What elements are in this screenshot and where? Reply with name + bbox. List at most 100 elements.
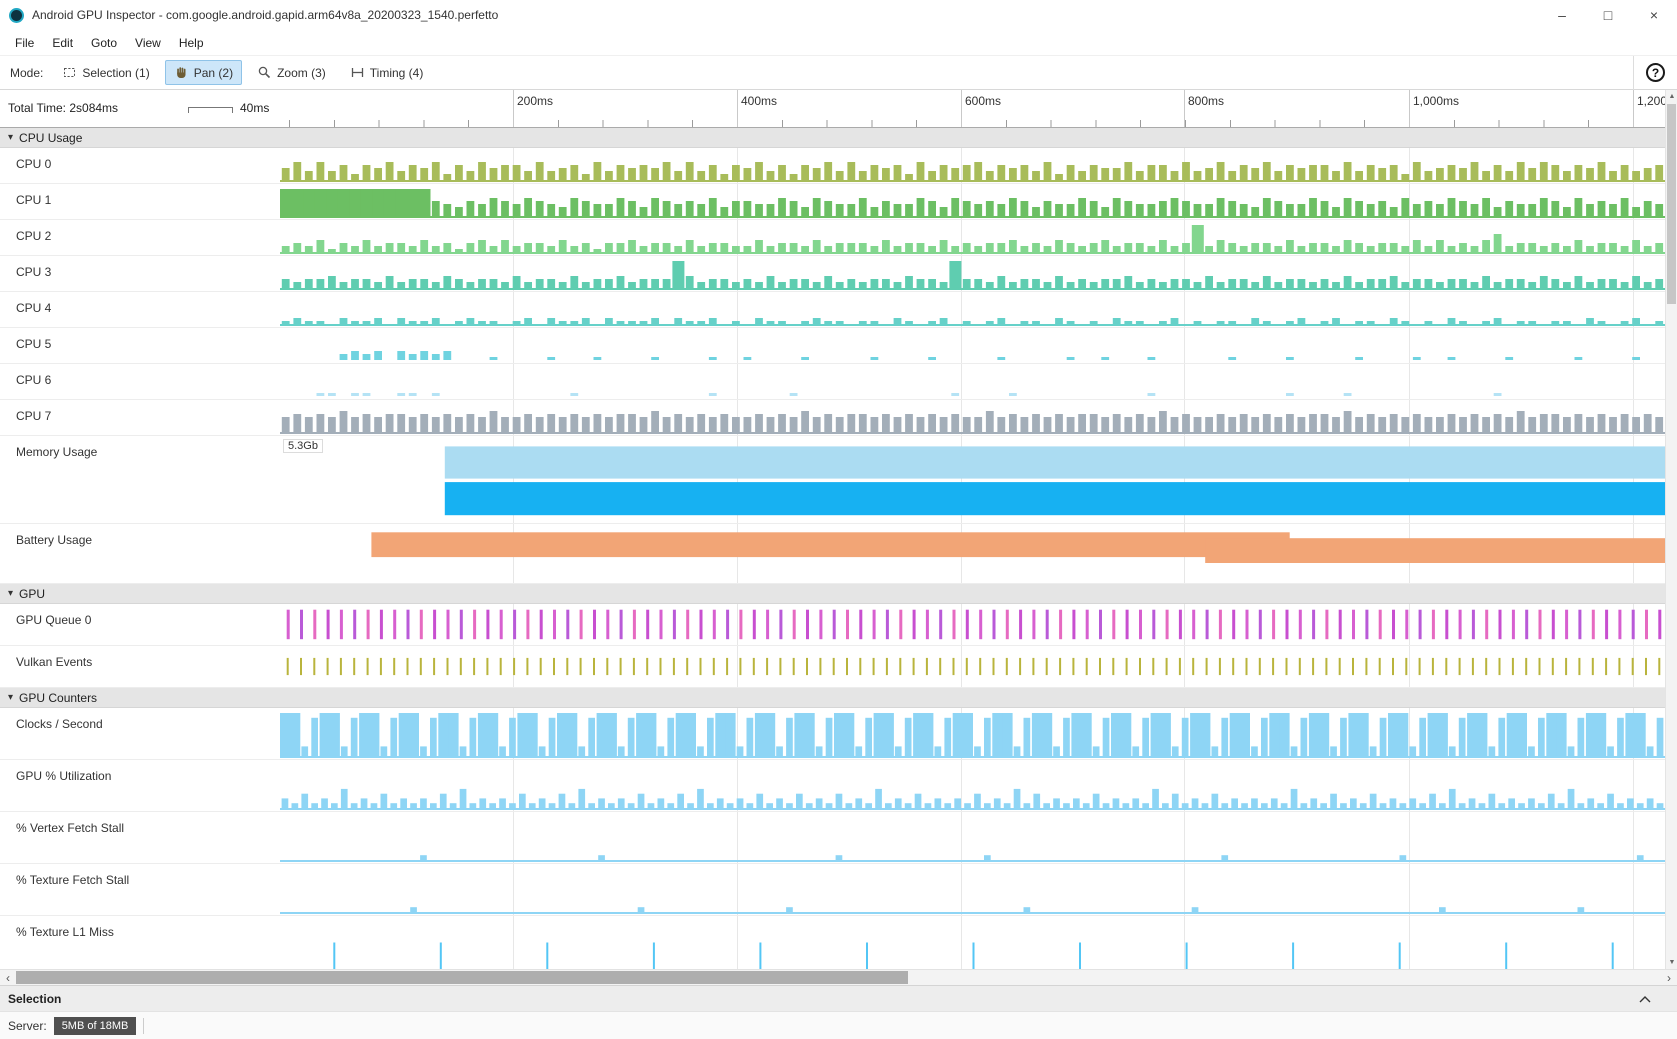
track-label: CPU 7 (0, 400, 280, 435)
track-label: Memory Usage (0, 436, 280, 523)
collapse-triangle-icon[interactable]: ▾ (8, 692, 13, 703)
track-chart-texture-fetch-stall[interactable] (280, 864, 1665, 915)
track-chart-battery-usage[interactable] (280, 524, 1665, 583)
section-header-gpu-counters[interactable]: ▾GPU Counters (0, 688, 1677, 708)
track-label: CPU 0 (0, 148, 280, 183)
menu-view[interactable]: View (126, 32, 170, 54)
track-row-clocks-second[interactable]: Clocks / Second (0, 708, 1677, 760)
mode-button-label: Zoom (3) (277, 66, 326, 80)
track-row-texture-fetch-stall[interactable]: % Texture Fetch Stall (0, 864, 1677, 916)
track-row-cpu-2[interactable]: CPU 2 (0, 220, 1677, 256)
ruler-tick-label: 1,000ms (1413, 94, 1459, 108)
track-row-vulkan-events[interactable]: Vulkan Events (0, 646, 1677, 688)
track-row-cpu-4[interactable]: CPU 4 (0, 292, 1677, 328)
track-row-cpu-7[interactable]: CPU 7 (0, 400, 1677, 436)
total-time-label: Total Time: 2s084ms (8, 101, 118, 115)
collapse-triangle-icon[interactable]: ▾ (8, 132, 13, 143)
help-button[interactable]: ? (1633, 56, 1677, 90)
server-label: Server: (8, 1019, 47, 1033)
mode-button-group: Selection (1) Pan (2) Zoom (3) Timing (4) (47, 60, 432, 85)
track-chart-cpu-2[interactable] (280, 220, 1665, 255)
track-chart-cpu-4[interactable] (280, 292, 1665, 327)
track-row-vertex-fetch-stall[interactable]: % Vertex Fetch Stall (0, 812, 1677, 864)
zoom-icon (257, 65, 272, 80)
scroll-down-arrow-icon[interactable]: ▼ (1666, 956, 1677, 969)
track-chart-cpu-1[interactable] (280, 184, 1665, 219)
track-chart-cpu-7[interactable] (280, 400, 1665, 435)
track-chart-clocks-second[interactable] (280, 708, 1665, 759)
app-window: Android GPU Inspector - com.google.andro… (0, 0, 1677, 1039)
menu-file[interactable]: File (6, 32, 43, 54)
track-label: CPU 2 (0, 220, 280, 255)
track-label: % Texture Fetch Stall (0, 864, 280, 915)
horizontal-scrollbar[interactable]: ‹ › (0, 969, 1677, 985)
server-memory-badge: 5MB of 18MB (54, 1017, 137, 1035)
ruler-left-panel: Total Time: 2s084ms 40ms (0, 90, 280, 127)
scroll-right-arrow-icon[interactable]: › (1661, 970, 1677, 986)
collapse-triangle-icon[interactable]: ▾ (8, 588, 13, 599)
section-header-gpu[interactable]: ▾ GPU (0, 584, 1677, 604)
scroll-up-arrow-icon[interactable]: ▲ (1666, 90, 1677, 103)
track-label: CPU 5 (0, 328, 280, 363)
track-chart-cpu-3[interactable] (280, 256, 1665, 291)
track-row-gpu-utilization[interactable]: GPU % Utilization (0, 760, 1677, 812)
section-title: GPU (19, 587, 45, 601)
vertical-scrollbar-thumb[interactable] (1667, 104, 1676, 304)
track-chart-gpu-utilization[interactable] (280, 760, 1665, 811)
track-row-cpu-0[interactable]: CPU 0 (0, 148, 1677, 184)
collapse-chevron-icon[interactable] (1637, 994, 1653, 1004)
track-label: GPU Queue 0 (0, 604, 280, 645)
pan-mode-button[interactable]: Pan (2) (165, 60, 242, 85)
window-controls: – □ × (1539, 0, 1677, 30)
track-chart-vulkan-events[interactable] (280, 646, 1665, 687)
selection-panel-header[interactable]: Selection (0, 985, 1677, 1011)
track-list[interactable]: ▾CPU UsageCPU 0CPU 1CPU 2CPU 3CPU 4CPU 5… (0, 128, 1677, 969)
mode-button-label: Timing (4) (370, 66, 424, 80)
track-chart-cpu-6[interactable] (280, 364, 1665, 399)
horizontal-scrollbar-thumb[interactable] (16, 971, 908, 984)
track-chart-gpu-queue-0[interactable] (280, 604, 1665, 645)
titlebar[interactable]: Android GPU Inspector - com.google.andro… (0, 0, 1677, 30)
scale-bracket (188, 107, 233, 113)
track-chart-cpu-0[interactable] (280, 148, 1665, 183)
scroll-left-arrow-icon[interactable]: ‹ (0, 970, 16, 986)
ruler-tick-area[interactable]: 200ms400ms600ms800ms1,000ms1,200ms (280, 90, 1677, 127)
track-label: Vulkan Events (0, 646, 280, 687)
menu-help[interactable]: Help (170, 32, 213, 54)
track-chart-vertex-fetch-stall[interactable] (280, 812, 1665, 863)
zoom-mode-button[interactable]: Zoom (3) (248, 60, 335, 85)
track-label: CPU 6 (0, 364, 280, 399)
section-header-cpu-usage[interactable]: ▾CPU Usage (0, 128, 1677, 148)
track-label: GPU % Utilization (0, 760, 280, 811)
track-label: Clocks / Second (0, 708, 280, 759)
menu-goto[interactable]: Goto (82, 32, 126, 54)
statusbar: Server: 5MB of 18MB (0, 1011, 1677, 1039)
toolbar: Mode: Selection (1)Pan (2)Zoom (3)Timing… (0, 56, 1677, 90)
app-logo-icon (9, 8, 24, 23)
track-row-memory-usage[interactable]: Memory Usage5.3Gb (0, 436, 1677, 524)
ruler-major-tick (961, 90, 962, 127)
track-chart-memory-usage[interactable]: 5.3Gb (280, 436, 1665, 523)
ruler-tick-label: 400ms (741, 94, 777, 108)
vertical-scrollbar[interactable]: ▲ ▼ (1665, 90, 1677, 969)
track-row-cpu-5[interactable]: CPU 5 (0, 328, 1677, 364)
track-row-cpu-6[interactable]: CPU 6 (0, 364, 1677, 400)
pan-hand-icon (174, 65, 189, 80)
minimize-button[interactable]: – (1539, 0, 1585, 30)
track-row-cpu-3[interactable]: CPU 3 (0, 256, 1677, 292)
timing-mode-button[interactable]: Timing (4) (341, 60, 433, 85)
maximize-button[interactable]: □ (1585, 0, 1631, 30)
track-row-cpu-1[interactable]: CPU 1 (0, 184, 1677, 220)
close-button[interactable]: × (1631, 0, 1677, 30)
ruler-major-tick (1633, 90, 1634, 127)
menu-edit[interactable]: Edit (43, 32, 82, 54)
track-row-texture-l1-miss[interactable]: % Texture L1 Miss (0, 916, 1677, 969)
selection-mode-button[interactable]: Selection (1) (53, 60, 158, 85)
timeline-ruler[interactable]: Total Time: 2s084ms 40ms 200ms400ms600ms… (0, 90, 1677, 128)
track-label: % Texture L1 Miss (0, 916, 280, 969)
track-row-battery-usage[interactable]: Battery Usage (0, 524, 1677, 584)
ruler-major-tick (513, 90, 514, 127)
track-row-gpu-queue-0[interactable]: GPU Queue 0 (0, 604, 1677, 646)
track-chart-cpu-5[interactable] (280, 328, 1665, 363)
track-chart-texture-l1-miss[interactable] (280, 916, 1665, 969)
